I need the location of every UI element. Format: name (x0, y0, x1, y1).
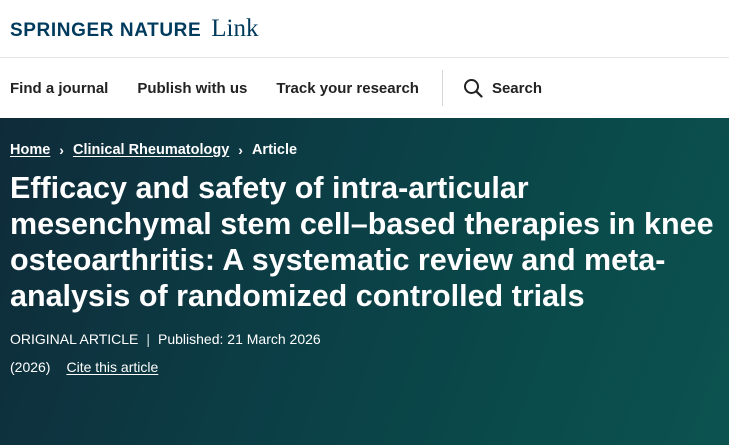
nav-find-a-journal[interactable]: Find a journal (10, 80, 108, 97)
citation-line: (2026) Cite this article (10, 359, 719, 375)
published-date: Published: 21 March 2026 (158, 331, 321, 347)
publication-year: (2026) (10, 359, 51, 375)
nav-publish-with-us[interactable]: Publish with us (137, 80, 247, 97)
search-label: Search (491, 79, 542, 97)
cite-this-article-link[interactable]: Cite this article (66, 359, 158, 375)
breadcrumb-current: Article (251, 142, 298, 158)
article-type: ORIGINAL ARTICLE (10, 331, 139, 347)
page: SPRINGER NATURE Link Find a journal Publ… (0, 0, 729, 445)
breadcrumb-journal[interactable]: Clinical Rheumatology (73, 142, 229, 158)
main-nav: Find a journal Publish with us Track you… (0, 58, 729, 118)
article-meta: ORIGINAL ARTICLE | Published: 21 March 2… (10, 331, 719, 347)
nav-divider (441, 70, 443, 106)
breadcrumb: Home › Clinical Rheumatology › Article (10, 142, 719, 158)
nav-track-your-research[interactable]: Track your research (276, 80, 419, 97)
springer-nature-link-logo[interactable]: SPRINGER NATURE Link (10, 15, 259, 43)
breadcrumb-separator: › (59, 142, 64, 158)
breadcrumb-home[interactable]: Home (10, 142, 50, 158)
breadcrumb-separator: › (238, 142, 243, 158)
brand-link-word: Link (211, 14, 259, 42)
meta-separator: | (146, 331, 151, 347)
article-title: Efficacy and safety of intra-articular m… (10, 171, 714, 313)
article-hero: Home › Clinical Rheumatology › Article E… (0, 118, 729, 445)
brand-name: SPRINGER NATURE (10, 19, 202, 41)
search-icon (463, 78, 483, 98)
brand-header: SPRINGER NATURE Link (0, 0, 729, 58)
search-button[interactable]: Search (463, 78, 542, 98)
